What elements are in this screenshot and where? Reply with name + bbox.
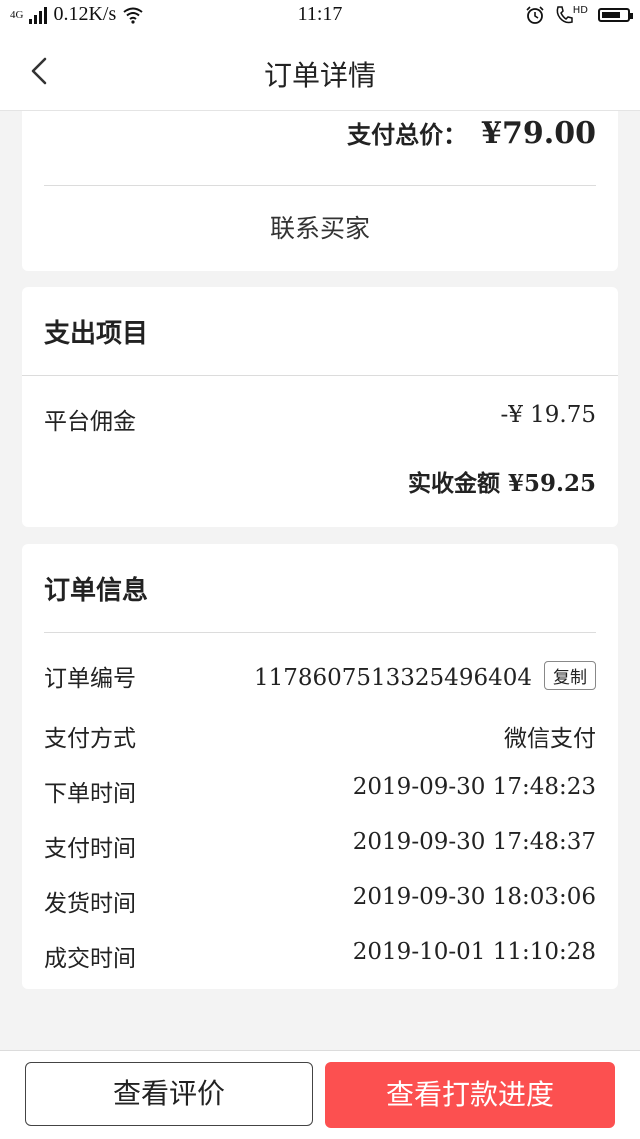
contact-buyer-button[interactable]: 联系买家 <box>22 209 618 245</box>
ship-time-value: 2019-09-30 18:03:06 <box>352 884 596 910</box>
status-right: HD <box>525 5 633 25</box>
received-amount: 实收金额 ¥59.25 <box>407 470 596 497</box>
divider <box>22 375 618 376</box>
payment-method-label: 支付方式 <box>44 726 136 752</box>
payment-method-value: 微信支付 <box>504 726 596 752</box>
nav-bar: 订单详情 <box>0 32 640 111</box>
copy-button[interactable]: 复制 <box>544 661 596 690</box>
deal-time-value: 2019-10-01 11:10:28 <box>352 939 596 965</box>
summary-card: 支付总价： ¥79.00 联系买家 <box>22 111 618 271</box>
divider <box>44 632 596 633</box>
divider <box>44 185 596 186</box>
status-bar: 4G 0.12K/s 11:17 HD <box>0 0 640 32</box>
expenses-title: 支出项目 <box>44 319 149 349</box>
order-info-title: 订单信息 <box>44 576 149 606</box>
ship-time-label: 发货时间 <box>44 891 136 917</box>
deal-time-label: 成交时间 <box>44 946 136 972</box>
total-price-row: 支付总价： ¥79.00 <box>347 115 596 151</box>
pay-time-value: 2019-09-30 17:48:37 <box>352 829 596 855</box>
hd-label: HD <box>572 5 588 16</box>
order-number-value: 1178607513325496404 <box>253 665 532 691</box>
order-number-row: 1178607513325496404 复制 <box>254 661 596 691</box>
expenses-card: 支出项目 平台佣金 -¥ 19.75 实收金额 ¥59.25 <box>22 287 618 527</box>
hd-call-icon: HD <box>555 5 588 25</box>
pay-time-label: 支付时间 <box>44 836 136 862</box>
order-time-value: 2019-09-30 17:48:23 <box>352 774 596 800</box>
commission-label: 平台佣金 <box>44 409 136 435</box>
total-price-label: 支付总价： <box>347 120 468 149</box>
commission-value: -¥ 19.75 <box>500 402 596 428</box>
order-number-label: 订单编号 <box>44 666 136 692</box>
order-time-label: 下单时间 <box>44 781 136 807</box>
view-review-button[interactable]: 查看评价 <box>25 1062 313 1126</box>
total-price-value: ¥79.00 <box>481 116 596 151</box>
bottom-action-bar: 查看评价 查看打款进度 <box>0 1050 640 1139</box>
page-title: 订单详情 <box>263 59 376 92</box>
battery-icon <box>598 8 633 22</box>
alarm-icon <box>526 6 544 24</box>
order-info-card: 订单信息 订单编号 1178607513325496404 复制 支付方式 微信支… <box>22 544 618 989</box>
view-payment-progress-button[interactable]: 查看打款进度 <box>325 1062 615 1128</box>
